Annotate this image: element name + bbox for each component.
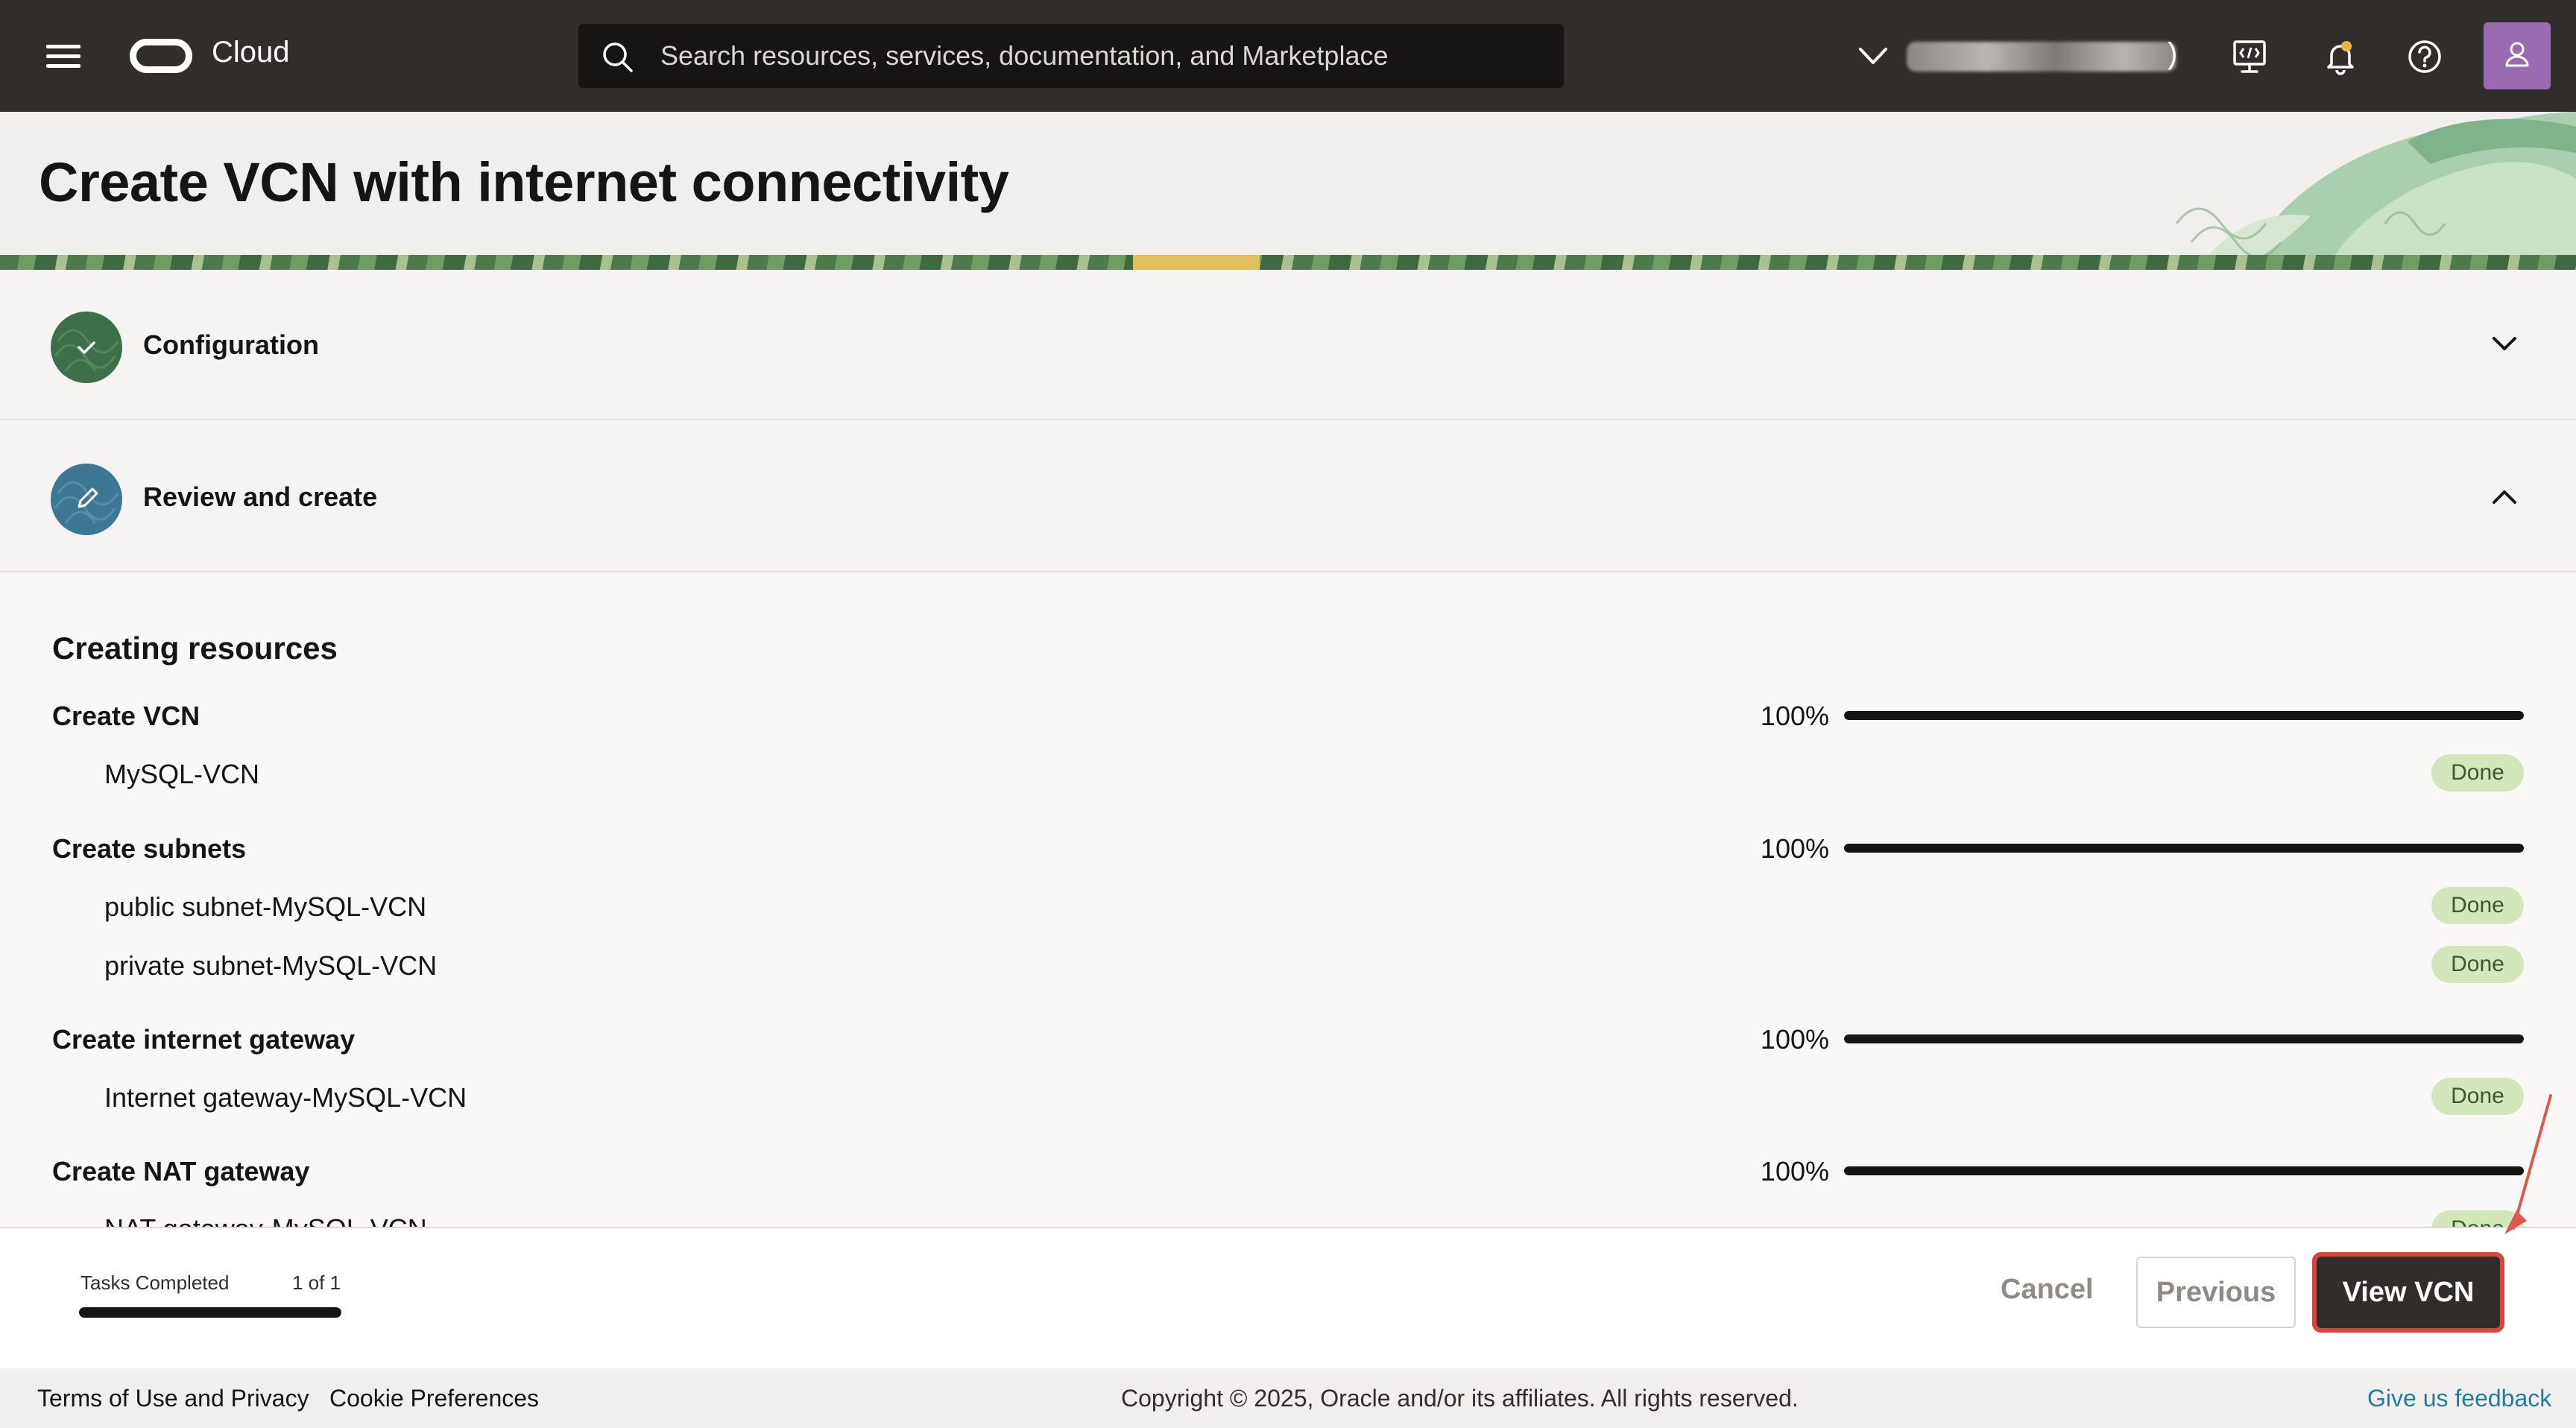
page-header: Create VCN with internet connectivity xyxy=(0,112,2576,270)
task-item: NAT gateway-MySQL-VCN xyxy=(104,1213,427,1227)
tasks-completed-count: 1 of 1 xyxy=(292,1271,341,1294)
task-item: private subnet-MySQL-VCN xyxy=(104,950,438,981)
top-navigation-bar: Cloud ) xyxy=(0,0,2576,112)
task-title: Create internet gateway xyxy=(52,1024,356,1055)
task-item: public subnet-MySQL-VCN xyxy=(104,891,427,922)
decorative-band xyxy=(0,255,2576,270)
tasks-completed-progress-bar xyxy=(79,1307,341,1318)
cloud-shell-icon[interactable] xyxy=(2229,36,2270,78)
step-completed-indicator xyxy=(51,312,122,383)
content-title: Creating resources xyxy=(52,631,338,666)
status-badge: Done xyxy=(2431,754,2524,792)
section-review-and-create[interactable]: Review and create xyxy=(0,422,2576,572)
task-percent: 100% xyxy=(1760,833,1829,864)
region-selector-redacted[interactable] xyxy=(1907,42,2176,72)
tasks-completed-label: Tasks Completed xyxy=(80,1271,230,1294)
task-percent: 100% xyxy=(1760,701,1829,731)
task-percent: 100% xyxy=(1760,1156,1829,1187)
view-vcn-button[interactable]: View VCN xyxy=(2312,1252,2504,1333)
check-icon xyxy=(54,329,119,372)
status-badge: Done xyxy=(2431,946,2524,983)
page-footer: Terms of Use and Privacy Cookie Preferen… xyxy=(0,1368,2576,1428)
feedback-link[interactable]: Give us feedback xyxy=(2367,1385,2551,1412)
hamburger-menu-icon[interactable] xyxy=(46,45,80,69)
user-icon xyxy=(2505,42,2529,67)
task-progress-fill xyxy=(1844,1166,2524,1175)
task-progress-fill xyxy=(1844,711,2524,720)
task-progress-fill xyxy=(1844,1034,2524,1043)
task-title: Create subnets xyxy=(52,833,247,864)
task-percent: 100% xyxy=(1760,1024,1829,1055)
task-item: MySQL-VCN xyxy=(104,759,260,789)
region-paren: ) xyxy=(2168,37,2178,70)
page-title: Create VCN with internet connectivity xyxy=(39,151,1009,213)
copyright-text: Copyright © 2025, Oracle and/or its affi… xyxy=(1121,1385,1799,1412)
cookie-preferences-link[interactable]: Cookie Preferences xyxy=(329,1385,539,1412)
task-item: Internet gateway-MySQL-VCN xyxy=(104,1082,467,1113)
decorative-band-accent xyxy=(1133,255,1260,270)
previous-button[interactable]: Previous xyxy=(2136,1257,2296,1328)
creating-resources-panel[interactable]: Creating resources Create VCN 100% MySQL… xyxy=(0,574,2576,1227)
chevron-down-icon[interactable] xyxy=(2490,332,2519,356)
search-icon xyxy=(603,42,633,72)
task-progress-bar xyxy=(1844,1166,2524,1175)
chevron-down-icon[interactable] xyxy=(1856,43,1890,70)
status-badge: Done xyxy=(2431,887,2524,924)
tasks-completed-progress-fill xyxy=(79,1307,341,1318)
oracle-logo[interactable] xyxy=(130,39,192,73)
step-current-indicator xyxy=(51,464,122,535)
task-progress-fill xyxy=(1844,844,2524,853)
task-title: Create NAT gateway xyxy=(52,1156,310,1187)
user-avatar[interactable] xyxy=(2484,22,2551,89)
decorative-header-art xyxy=(2175,112,2576,258)
bell-icon[interactable] xyxy=(2320,36,2361,78)
wizard-footer: Tasks Completed 1 of 1 Cancel Previous V… xyxy=(0,1227,2576,1368)
task-progress-bar xyxy=(1844,844,2524,853)
search-box[interactable] xyxy=(578,24,1564,88)
annotation-arrow xyxy=(2504,1094,2552,1234)
task-progress-bar xyxy=(1844,1034,2524,1043)
cancel-button[interactable]: Cancel xyxy=(1971,1254,2124,1325)
help-icon[interactable] xyxy=(2404,36,2446,78)
section-label-review-and-create: Review and create xyxy=(143,481,378,512)
terms-link[interactable]: Terms of Use and Privacy xyxy=(37,1385,309,1412)
pencil-icon xyxy=(54,481,119,524)
brand-name[interactable]: Cloud xyxy=(212,36,290,69)
task-progress-bar xyxy=(1844,711,2524,720)
section-configuration[interactable]: Configuration xyxy=(0,270,2576,420)
task-title: Create VCN xyxy=(52,701,201,731)
search-input[interactable] xyxy=(660,24,1540,88)
chevron-up-icon[interactable] xyxy=(2490,484,2519,508)
section-label-configuration: Configuration xyxy=(143,329,319,360)
